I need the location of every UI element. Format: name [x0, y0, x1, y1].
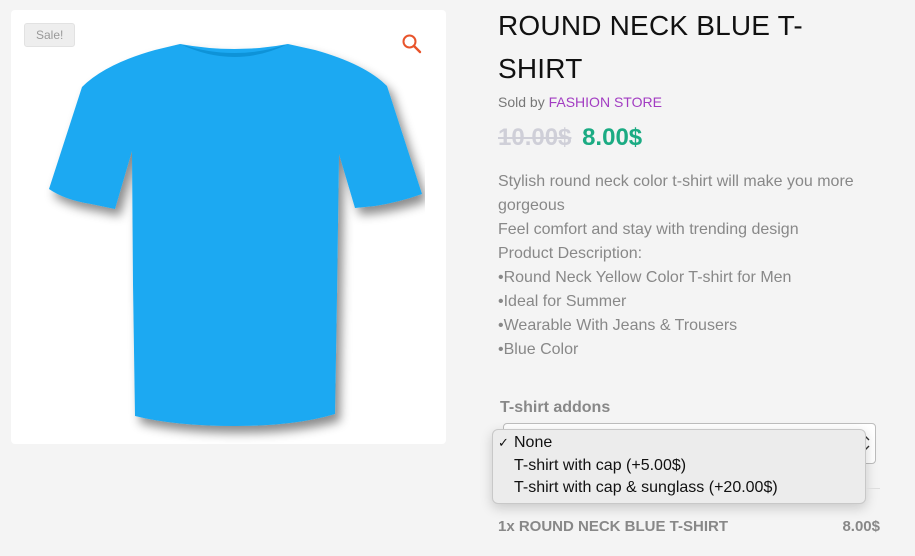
sale-price: 8.00$ [582, 124, 643, 151]
description-line: •Wearable With Jeans & Trousers [498, 317, 738, 334]
description-line: •Ideal for Summer [498, 293, 627, 310]
product-title: ROUND NECK BLUE T-SHIRT [498, 10, 803, 84]
description-line: •Round Neck Yellow Color T-shirt for Men [498, 269, 792, 286]
addon-option-none[interactable]: ✓ None [493, 432, 865, 455]
description-line: Stylish round neck color t-shirt will ma… [498, 173, 854, 214]
description-line: •Blue Color [498, 341, 579, 358]
option-label: T-shirt with cap (+5.00$) [514, 456, 687, 474]
option-label: None [514, 434, 553, 451]
order-summary-price: 8.00$ [842, 518, 880, 535]
sold-by: Sold by FASHION STORE [498, 94, 662, 110]
price: 10.00$ 8.00$ [498, 124, 642, 152]
addons-label: T-shirt addons [500, 399, 611, 416]
checkmark-icon: ✓ [498, 435, 509, 450]
description-line: Product Description: [498, 245, 643, 262]
product-image[interactable] [35, 24, 425, 444]
description-line: Feel comfort and stay with trending desi… [498, 221, 799, 238]
sold-by-prefix: Sold by [498, 94, 545, 110]
addons-dropdown-menu: ✓ None T-shirt with cap (+5.00$) T-shirt… [492, 429, 866, 504]
vendor-link[interactable]: FASHION STORE [549, 94, 662, 110]
divider [866, 488, 880, 489]
addon-option-cap[interactable]: T-shirt with cap (+5.00$) [493, 455, 865, 478]
product-description: Stylish round neck color t-shirt will ma… [498, 170, 898, 362]
order-summary-label: 1x ROUND NECK BLUE T-SHIRT [498, 518, 729, 535]
old-price: 10.00$ [498, 124, 572, 151]
product-image-card: Sale! [11, 10, 446, 444]
option-label: T-shirt with cap & sunglass (+20.00$) [514, 479, 778, 496]
addon-option-cap-sunglass[interactable]: T-shirt with cap & sunglass (+20.00$) [493, 477, 865, 500]
